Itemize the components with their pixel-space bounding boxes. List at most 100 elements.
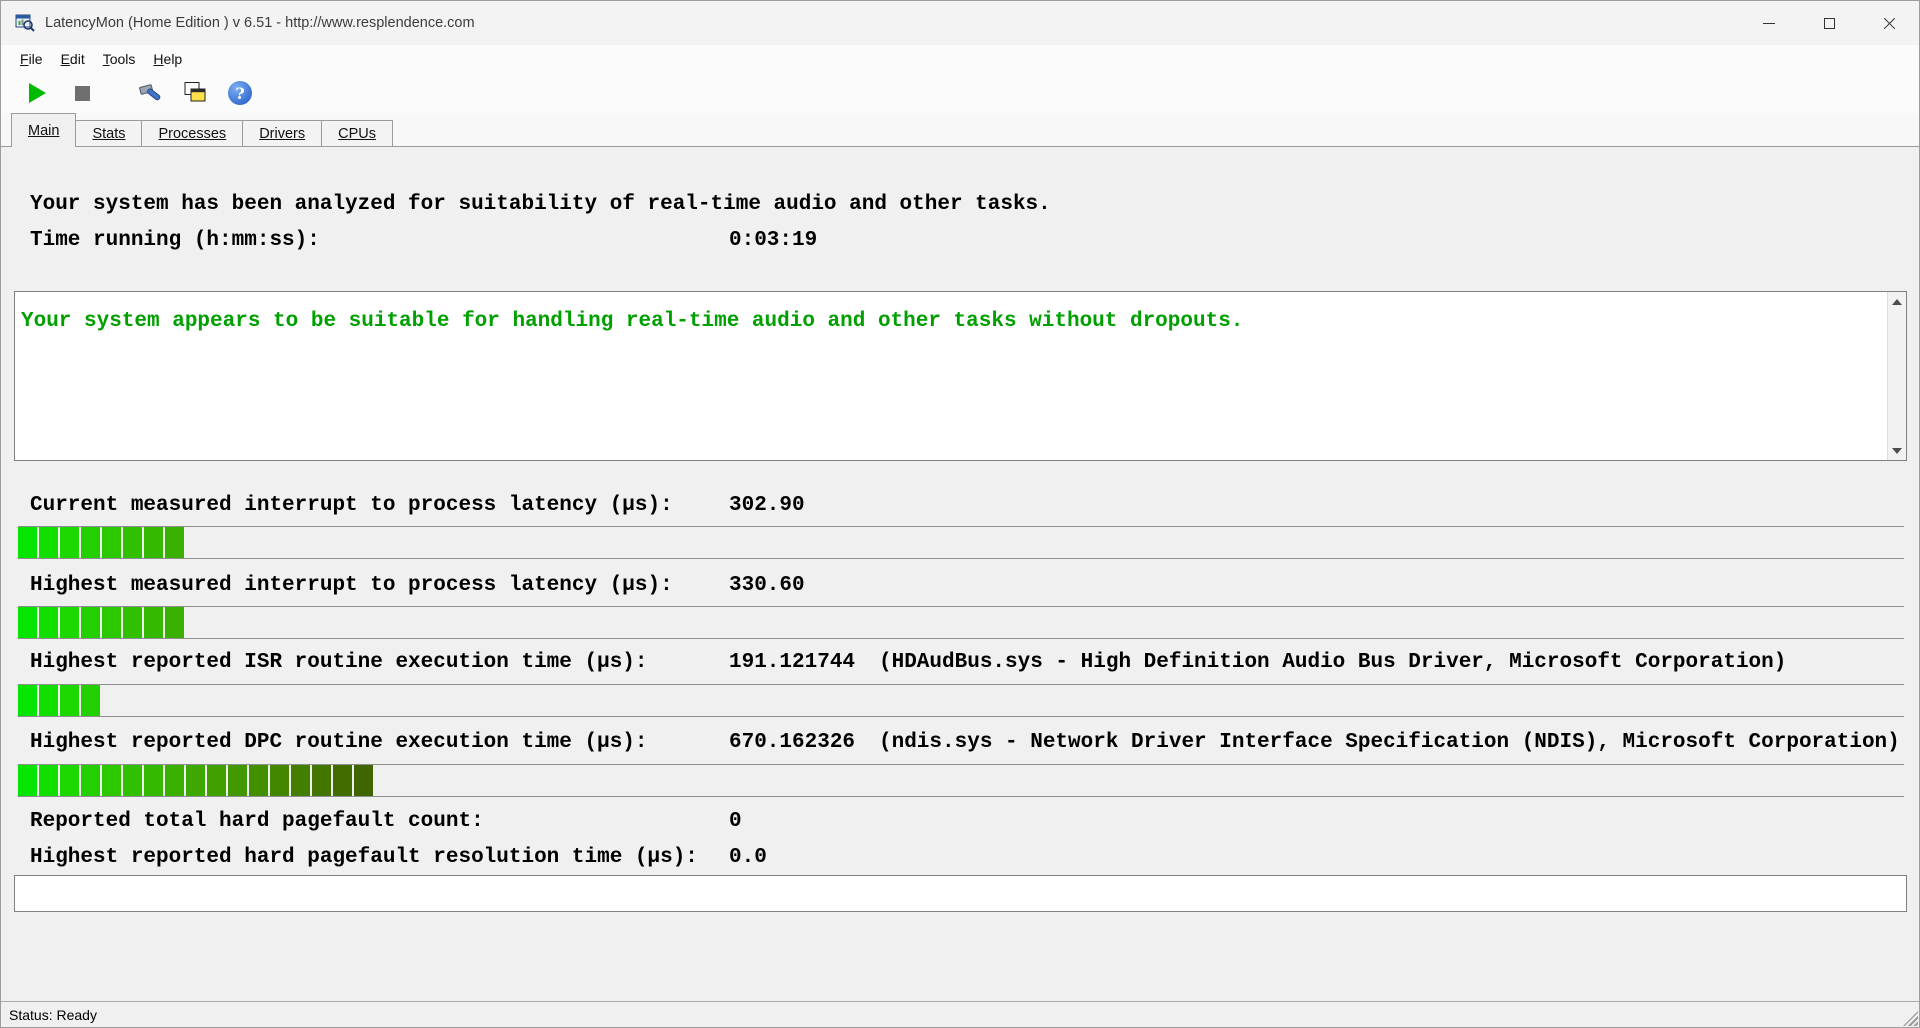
main-panel: Your system has been analyzed for suitab… — [1, 147, 1919, 1001]
tab-processes[interactable]: Processes — [141, 120, 244, 147]
bar-segment — [228, 765, 247, 796]
metric-value: 0 — [729, 810, 742, 833]
metric-label: Highest reported hard pagefault resoluti… — [30, 846, 698, 869]
bar-segment — [60, 527, 79, 558]
bar-segment — [18, 527, 37, 558]
window-controls — [1739, 1, 1919, 45]
close-icon — [1883, 17, 1896, 30]
tab-label: Drivers — [259, 126, 306, 142]
bar-segment — [39, 765, 58, 796]
pagefault-detail-box[interactable] — [14, 875, 1907, 912]
tab-drivers[interactable]: Drivers — [242, 120, 323, 147]
report-box[interactable]: Your system appears to be suitable for h… — [14, 291, 1907, 461]
menu-item-file[interactable]: File — [11, 48, 52, 70]
latency-bar-track — [18, 764, 1904, 797]
bar-segment — [144, 765, 163, 796]
options-button[interactable] — [132, 76, 168, 110]
bar-segment — [207, 765, 226, 796]
metric-label: Reported total hard pagefault count: — [30, 810, 484, 833]
bar-segment — [144, 527, 163, 558]
metric-value: 0.0 — [729, 846, 767, 869]
analysis-headline: Your system has been analyzed for suitab… — [30, 193, 1051, 216]
bar-segment — [39, 607, 58, 638]
tab-pane-divider — [1, 146, 1919, 147]
tab-main[interactable]: Main — [11, 113, 77, 147]
copy-report-icon — [182, 80, 208, 106]
metric-label: Current measured interrupt to process la… — [30, 494, 673, 517]
metric-value: 330.60 — [729, 574, 805, 597]
menu-item-help[interactable]: Help — [144, 48, 191, 70]
bar-segment — [18, 685, 37, 716]
latency-bar-track — [18, 684, 1904, 717]
status-bar: Status: Ready — [1, 1001, 1919, 1027]
window-title: LatencyMon (Home Edition ) v 6.51 - http… — [45, 15, 475, 31]
metric-driver-detail: (ndis.sys - Network Driver Interface Spe… — [879, 731, 1900, 754]
tab-label: Main — [28, 122, 60, 139]
metric-driver-detail: (HDAudBus.sys - High Definition Audio Bu… — [879, 651, 1787, 674]
app-window: LatencyMon (Home Edition ) v 6.51 - http… — [0, 0, 1920, 1028]
bar-segment — [312, 765, 331, 796]
bar-segment — [39, 527, 58, 558]
bar-segment — [270, 765, 289, 796]
toolbar — [1, 73, 1919, 113]
metric-value: 670.162326 — [729, 731, 856, 754]
bar-segment — [81, 607, 100, 638]
bar-segment — [102, 607, 121, 638]
minimize-button[interactable] — [1739, 1, 1799, 45]
title-bar: LatencyMon (Home Edition ) v 6.51 - http… — [1, 1, 1919, 45]
bar-segment — [186, 765, 205, 796]
start-monitor-button[interactable] — [19, 76, 55, 110]
time-running-label: Time running (h:mm:ss): — [30, 229, 320, 252]
bar-segment — [18, 765, 37, 796]
help-icon — [228, 81, 252, 105]
metric-label: Highest measured interrupt to process la… — [30, 574, 673, 597]
metric-label: Highest reported ISR routine execution t… — [30, 651, 648, 674]
menu-bar: File Edit Tools Help — [1, 45, 1919, 73]
bar-segment — [81, 765, 100, 796]
tab-stats[interactable]: Stats — [75, 120, 143, 147]
stop-icon — [74, 85, 90, 101]
scroll-down-icon[interactable] — [1888, 441, 1906, 460]
scroll-up-icon[interactable] — [1888, 292, 1906, 311]
tab-label: Stats — [92, 126, 126, 142]
stop-monitor-button[interactable] — [64, 76, 100, 110]
copy-report-button[interactable] — [177, 76, 213, 110]
bar-segment — [60, 765, 79, 796]
bar-segment — [81, 527, 100, 558]
bar-segment — [123, 527, 142, 558]
bar-segment — [102, 765, 121, 796]
metric-value: 302.90 — [729, 494, 805, 517]
time-running-value: 0:03:19 — [729, 229, 818, 252]
bar-segment — [123, 607, 142, 638]
latency-bar-track — [18, 526, 1904, 559]
bar-segment — [165, 527, 184, 558]
menu-item-tools[interactable]: Tools — [94, 48, 145, 70]
latency-bar-track — [18, 606, 1904, 639]
bar-segment — [102, 527, 121, 558]
app-icon — [15, 13, 35, 33]
bar-segment — [249, 765, 268, 796]
tab-label: CPUs — [338, 126, 376, 142]
report-scrollbar[interactable] — [1887, 292, 1906, 460]
maximize-icon — [1823, 17, 1835, 29]
minimize-icon — [1763, 22, 1775, 24]
resize-grip[interactable] — [1903, 1011, 1918, 1026]
metric-value: 191.121744 — [729, 651, 856, 674]
tab-cpus[interactable]: CPUs — [321, 120, 393, 147]
tab-label: Processes — [158, 126, 227, 142]
report-message: Your system appears to be suitable for h… — [21, 310, 1244, 333]
bar-segment — [18, 607, 37, 638]
help-button[interactable] — [222, 76, 258, 110]
menu-item-edit[interactable]: Edit — [52, 48, 94, 70]
metric-label: Highest reported DPC routine execution t… — [30, 731, 648, 754]
bar-segment — [291, 765, 310, 796]
bar-segment — [354, 765, 373, 796]
status-text: Status: Ready — [9, 1006, 97, 1023]
bar-segment — [144, 607, 163, 638]
close-button[interactable] — [1859, 1, 1919, 45]
maximize-button[interactable] — [1799, 1, 1859, 45]
bar-segment — [165, 607, 184, 638]
bar-segment — [81, 685, 100, 716]
options-icon — [137, 80, 164, 107]
bar-segment — [165, 765, 184, 796]
